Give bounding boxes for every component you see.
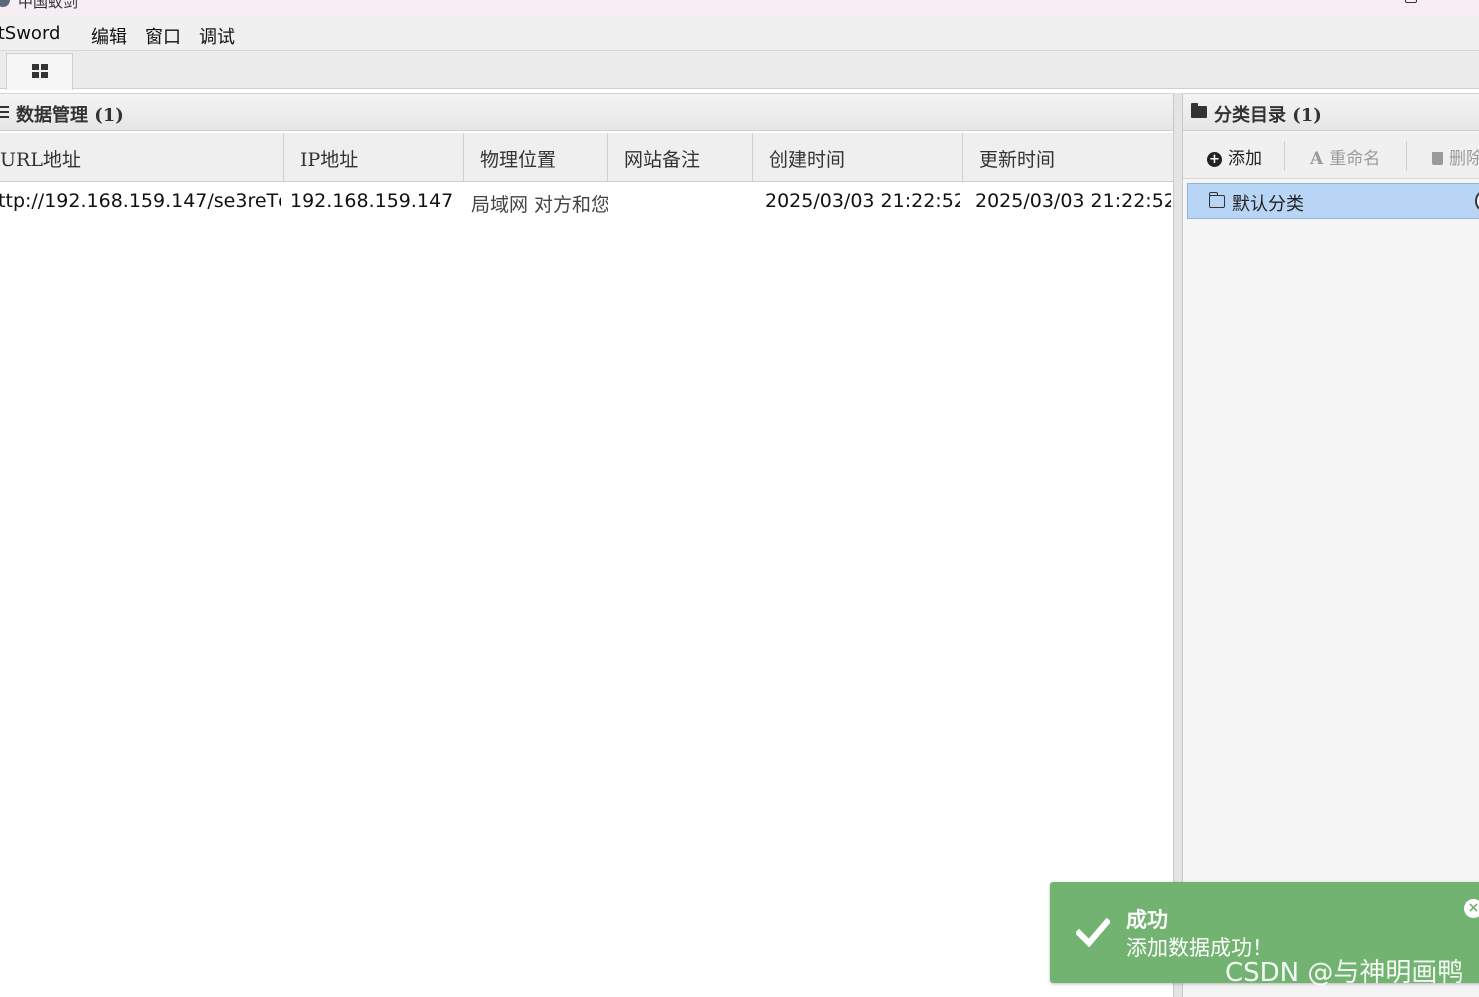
menu-window[interactable]: 窗口 bbox=[145, 23, 181, 49]
toast-close-icon[interactable]: × bbox=[1464, 899, 1479, 918]
column-header-location[interactable]: 物理位置 bbox=[464, 133, 608, 182]
data-panel: 数据管理 (1) URL地址 IP地址 物理位置 网站备注 创建时间 更新时间 … bbox=[0, 93, 1174, 997]
column-header-note[interactable]: 网站备注 bbox=[608, 133, 753, 182]
column-header-created[interactable]: 创建时间 bbox=[753, 133, 963, 182]
menu-edit[interactable]: 编辑 bbox=[91, 23, 127, 49]
font-icon: A bbox=[1310, 149, 1324, 169]
data-panel-title: 数据管理 (1) bbox=[16, 105, 124, 126]
cell-created: 2025/03/03 21:22:52 bbox=[765, 190, 960, 212]
data-panel-header: 数据管理 (1) bbox=[0, 93, 1173, 131]
cell-location: 局域网 对方和您在同一内部网 bbox=[471, 194, 608, 216]
tab-home[interactable] bbox=[6, 53, 73, 90]
delete-category-button[interactable]: 删除 bbox=[1432, 144, 1479, 169]
column-header-updated[interactable]: 更新时间 bbox=[963, 133, 1174, 182]
category-panel-title: 分类目录 (1) bbox=[1214, 105, 1322, 126]
category-toolbar: + 添加 A 重命名 删除 bbox=[1183, 133, 1479, 179]
menu-antsword[interactable]: AntSword bbox=[0, 23, 60, 44]
list-icon bbox=[0, 106, 9, 118]
toast-title: 成功 bbox=[1126, 907, 1168, 932]
add-category-button[interactable]: + 添加 bbox=[1207, 144, 1262, 169]
category-panel-header: 分类目录 (1) bbox=[1183, 93, 1479, 131]
folder-open-icon bbox=[1208, 192, 1225, 208]
category-count-badge bbox=[1475, 190, 1479, 212]
column-header-url[interactable]: URL地址 bbox=[0, 133, 284, 182]
check-icon bbox=[1076, 917, 1110, 948]
category-item-default[interactable]: 默认分类 bbox=[1187, 183, 1479, 219]
trash-icon bbox=[1432, 152, 1443, 165]
rename-category-button[interactable]: A 重命名 bbox=[1310, 144, 1380, 169]
category-item-label: 默认分类 bbox=[1232, 194, 1304, 215]
watermark: CSDN @与神明画鸭 bbox=[1225, 958, 1464, 988]
cell-ip: 192.168.159.147 bbox=[290, 190, 454, 212]
window-title: 中国蚁剑 bbox=[18, 0, 79, 11]
menu-bar: AntSword 编辑 窗口 调试 bbox=[0, 17, 1479, 51]
folder-icon bbox=[1191, 103, 1207, 118]
panel-splitter[interactable] bbox=[1174, 93, 1183, 997]
menu-debug[interactable]: 调试 bbox=[199, 23, 235, 49]
category-panel: 分类目录 (1) + 添加 A 重命名 删除 默认分类 bbox=[1183, 93, 1479, 997]
maximize-icon[interactable] bbox=[1405, 0, 1417, 3]
cell-url: http://192.168.159.147/se3reTdir777/uplo… bbox=[0, 190, 281, 212]
window-titlebar: 中国蚁剑 bbox=[0, 0, 1479, 17]
grid-icon bbox=[32, 64, 49, 79]
column-header-ip[interactable]: IP地址 bbox=[284, 133, 464, 182]
app-icon bbox=[0, 0, 10, 7]
tab-bar bbox=[0, 51, 1479, 90]
plus-circle-icon: + bbox=[1207, 152, 1222, 167]
cell-updated: 2025/03/03 21:22:52 bbox=[975, 190, 1171, 212]
